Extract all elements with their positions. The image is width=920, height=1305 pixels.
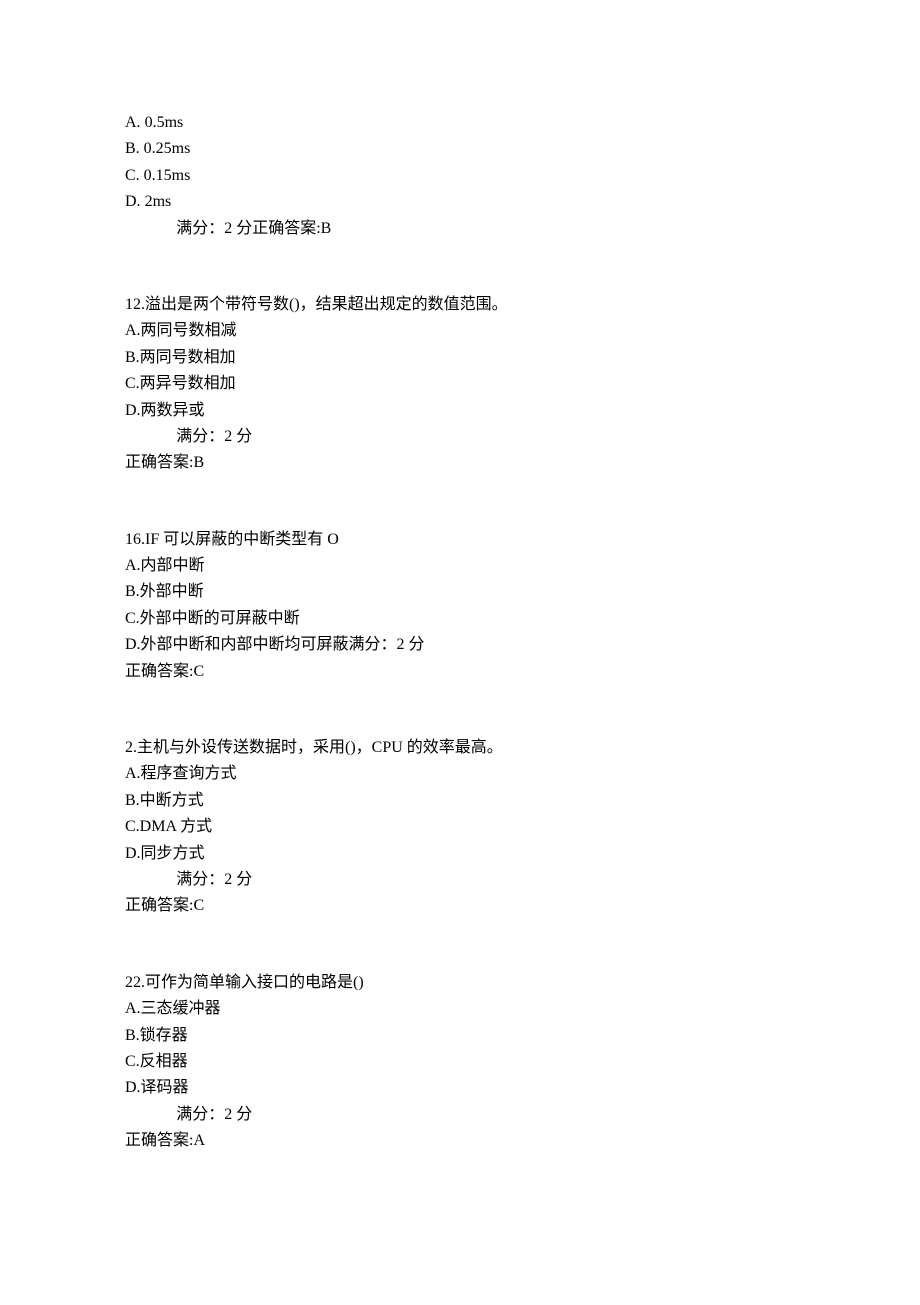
option-c: C.外部中断的可屏蔽中断 (125, 606, 795, 632)
option-c: C.DMA 方式 (125, 814, 795, 840)
option-d: D.外部中断和内部中断均可屏蔽满分：2 分 (125, 632, 795, 658)
option-d: D.译码器 (125, 1075, 795, 1101)
score-line: 满分：2 分 (125, 1102, 795, 1128)
question-22-block: 22.可作为简单输入接口的电路是() A.三态缓冲器 B.锁存器 C.反相器 D… (125, 970, 795, 1155)
question-stem: 12.溢出是两个带符号数()，结果超出规定的数值范围。 (125, 292, 795, 318)
option-prefix: C. (125, 167, 144, 184)
question-11-block: A. 0.5ms B. 0.25ms C. 0.15ms D. 2ms 满分：2… (125, 110, 795, 242)
option-a: A.程序查询方式 (125, 761, 795, 787)
option-text: 0.15ms (144, 167, 191, 184)
score-answer-line: 满分：2 分正确答案:B (125, 216, 795, 242)
option-d: D. 2ms (125, 189, 795, 215)
option-d: D.两数异或 (125, 398, 795, 424)
option-d: D.同步方式 (125, 841, 795, 867)
question-12-block: 12.溢出是两个带符号数()，结果超出规定的数值范围。 A.两同号数相减 B.两… (125, 292, 795, 477)
option-a: A. 0.5ms (125, 110, 795, 136)
option-c: C.两异号数相加 (125, 371, 795, 397)
question-stem: 22.可作为简单输入接口的电路是() (125, 970, 795, 996)
option-b: B.中断方式 (125, 788, 795, 814)
score-line: 满分：2 分 (125, 424, 795, 450)
option-prefix: D. (125, 193, 145, 210)
answer-line: 正确答案:A (125, 1128, 795, 1154)
option-text: 0.25ms (144, 140, 191, 157)
option-b: B.外部中断 (125, 579, 795, 605)
question-2-block: 2.主机与外设传送数据时，采用()，CPU 的效率最高。 A.程序查询方式 B.… (125, 735, 795, 920)
answer-line: 正确答案:C (125, 659, 795, 685)
question-16-block: 16.IF 可以屏蔽的中断类型有 O A.内部中断 B.外部中断 C.外部中断的… (125, 527, 795, 685)
option-b: B. 0.25ms (125, 136, 795, 162)
answer-line: 正确答案:B (125, 450, 795, 476)
option-text: 2ms (145, 193, 172, 210)
document-page: A. 0.5ms B. 0.25ms C. 0.15ms D. 2ms 满分：2… (0, 0, 920, 1305)
option-a: A.内部中断 (125, 553, 795, 579)
option-b: B.两同号数相加 (125, 345, 795, 371)
question-stem: 16.IF 可以屏蔽的中断类型有 O (125, 527, 795, 553)
option-prefix: B. (125, 140, 144, 157)
option-a: A.三态缓冲器 (125, 996, 795, 1022)
option-c: C.反相器 (125, 1049, 795, 1075)
score-line: 满分：2 分 (125, 867, 795, 893)
option-prefix: A. (125, 114, 145, 131)
answer-line: 正确答案:C (125, 893, 795, 919)
option-b: B.锁存器 (125, 1023, 795, 1049)
option-a: A.两同号数相减 (125, 318, 795, 344)
question-stem: 2.主机与外设传送数据时，采用()，CPU 的效率最高。 (125, 735, 795, 761)
option-text: 0.5ms (145, 114, 184, 131)
option-c: C. 0.15ms (125, 163, 795, 189)
